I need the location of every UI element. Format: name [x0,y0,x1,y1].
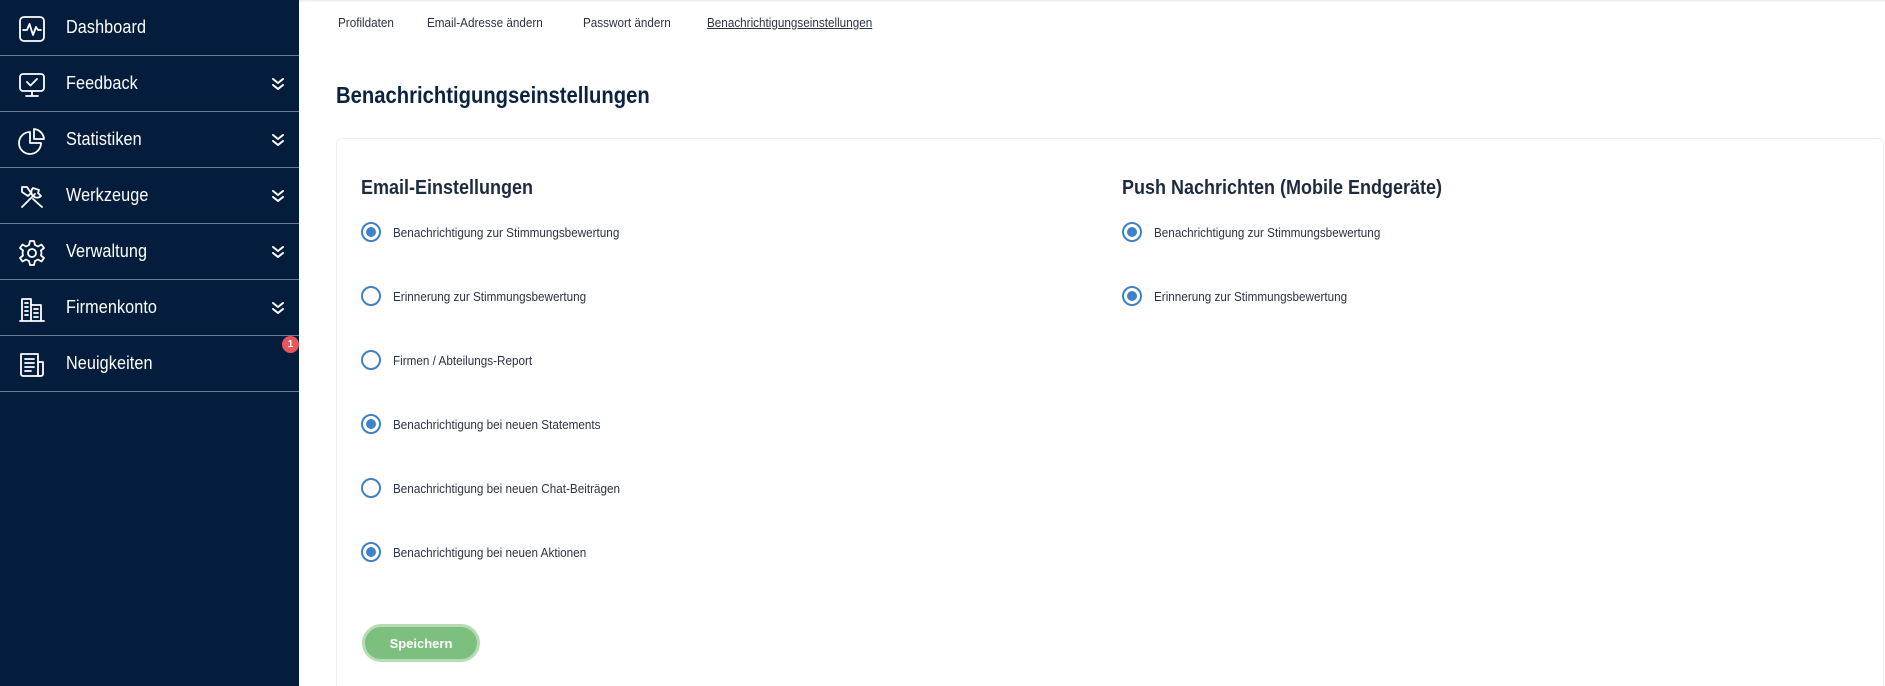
radio-button[interactable] [361,414,381,434]
email-option-report[interactable]: Firmen / Abteilungs-Report [361,350,548,370]
radio-button[interactable] [1122,222,1142,242]
save-button[interactable]: Speichern [362,624,480,662]
sidebar-item-label: Verwaltung [66,241,148,261]
sidebar-item-label: Neuigkeiten [66,353,153,373]
tab-benachrichtigungseinstellungen[interactable]: Benachrichtigungseinstellungen [707,15,872,30]
top-divider [299,0,1885,3]
radio-button[interactable] [361,478,381,498]
sidebar-item-label: Statistiken [66,129,142,149]
sidebar-item-werkzeuge[interactable]: Werkzeuge [0,168,299,224]
option-label: Benachrichtigung bei neuen Aktionen [393,544,587,560]
chevron-double-down-icon[interactable] [271,299,285,317]
option-label: Benachrichtigung zur Stimmungsbewertung [393,224,620,240]
email-option-stimmungsbewertung[interactable]: Benachrichtigung zur Stimmungsbewertung [361,222,644,242]
gear-icon [17,238,47,268]
email-option-aktionen[interactable]: Benachrichtigung bei neuen Aktionen [361,542,608,562]
option-label: Erinnerung zur Stimmungsbewertung [393,288,587,304]
sidebar-item-feedback[interactable]: Feedback [0,56,299,112]
pie-chart-icon [17,126,47,156]
chevron-double-down-icon[interactable] [271,75,285,93]
option-label: Erinnerung zur Stimmungsbewertung [1154,288,1348,304]
sidebar-item-label: Feedback [66,73,138,93]
sidebar-item-label: Dashboard [66,17,147,37]
sidebar-item-firmenkonto[interactable]: Firmenkonto [0,280,299,336]
push-option-stimmungsbewertung[interactable]: Benachrichtigung zur Stimmungsbewertung [1122,222,1405,242]
sidebar-item-dashboard[interactable]: Dashboard [0,0,299,56]
tab-passwort[interactable]: Passwort ändern [583,15,671,30]
option-label: Firmen / Abteilungs-Report [393,352,533,368]
chevron-double-down-icon[interactable] [271,131,285,149]
radio-button[interactable] [361,286,381,306]
tab-email-adresse[interactable]: Email-Adresse ändern [427,15,543,30]
radio-button[interactable] [1122,286,1142,306]
email-option-statements[interactable]: Benachrichtigung bei neuen Statements [361,414,624,434]
radio-button[interactable] [361,350,381,370]
tab-profildaten[interactable]: Profildaten [338,15,394,30]
sidebar-item-label: Firmenkonto [66,297,158,317]
email-option-erinnerung[interactable]: Erinnerung zur Stimmungsbewertung [361,286,608,306]
feedback-monitor-icon [17,70,47,100]
sidebar-item-neuigkeiten[interactable]: Neuigkeiten [0,336,299,392]
chevron-double-down-icon[interactable] [271,187,285,205]
settings-card [336,138,1884,686]
page-title: Benachrichtigungseinstellungen [336,82,650,108]
sidebar: Dashboard Feedback Statistiken Werkzeuge… [0,0,299,686]
email-settings-title: Email-Einstellungen [361,177,534,199]
sidebar-item-statistiken[interactable]: Statistiken [0,112,299,168]
radio-button[interactable] [361,542,381,562]
sidebar-item-verwaltung[interactable]: Verwaltung [0,224,299,280]
building-icon [17,294,47,324]
radio-button[interactable] [361,222,381,242]
option-label: Benachrichtigung zur Stimmungsbewertung [1154,224,1381,240]
option-label: Benachrichtigung bei neuen Statements [393,416,601,432]
tools-icon [17,182,47,212]
settings-tabs: Profildaten Email-Adresse ändern Passwor… [338,15,918,30]
push-option-erinnerung[interactable]: Erinnerung zur Stimmungsbewertung [1122,286,1369,306]
sidebar-item-label: Werkzeuge [66,185,149,205]
news-icon [17,350,47,380]
chevron-double-down-icon[interactable] [271,243,285,261]
push-settings-title: Push Nachrichten (Mobile Endgeräte) [1122,177,1443,199]
notification-badge: 1 [282,336,299,353]
email-option-chat[interactable]: Benachrichtigung bei neuen Chat-Beiträge… [361,478,645,498]
option-label: Benachrichtigung bei neuen Chat-Beiträge… [393,480,621,496]
activity-monitor-icon [17,14,47,44]
